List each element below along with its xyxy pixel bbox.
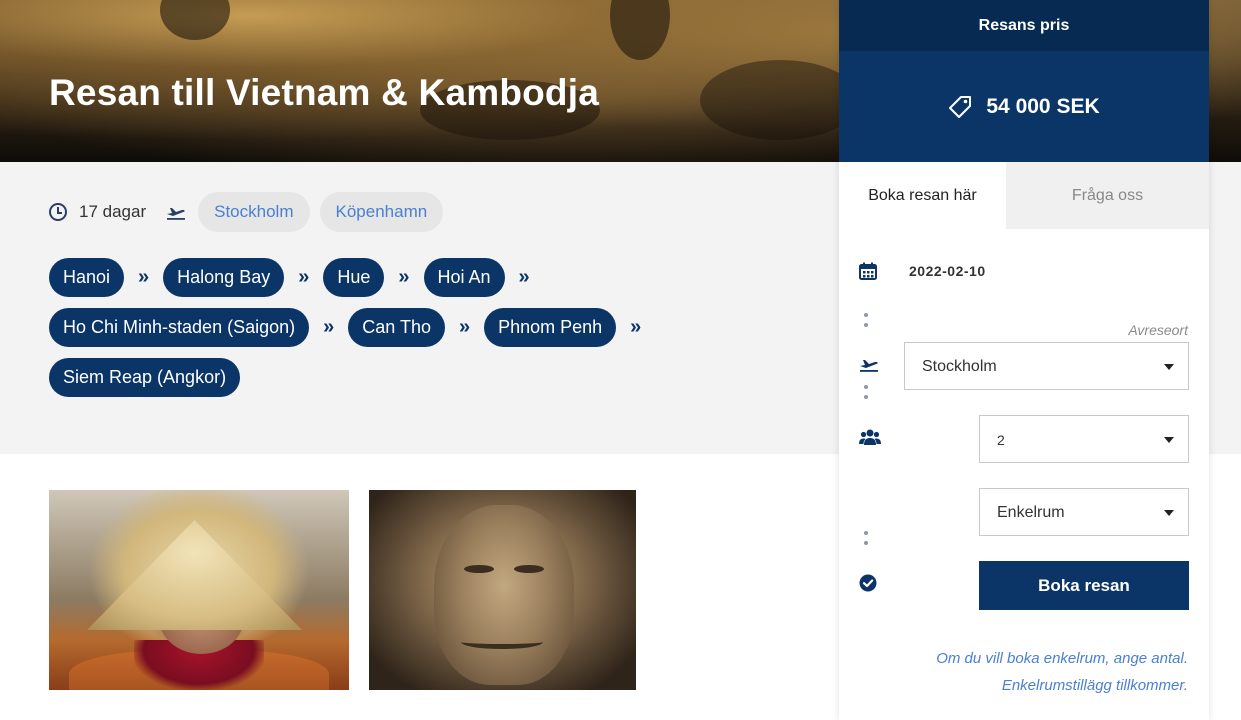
photo-detail — [464, 565, 494, 573]
route-arrow-icon: » — [323, 316, 335, 338]
single-room-surcharge-note: Enkelrumstillägg tillkommer. — [1001, 677, 1188, 694]
check-circle-icon — [859, 574, 877, 592]
plane-departure-icon — [860, 360, 878, 372]
departure-label: Avreseort — [1128, 322, 1188, 338]
route-arrow-icon: » — [630, 316, 642, 338]
route-arrow-icon: » — [138, 266, 150, 288]
route-line: Ho Chi Minh-staden (Saigon) » Can Tho » … — [49, 308, 769, 347]
price-header: Resans pris — [839, 0, 1209, 51]
plane-departure-icon — [167, 208, 186, 220]
room-type-select-value: Enkelrum — [997, 504, 1065, 521]
route-stop: Phnom Penh — [484, 308, 617, 347]
route-stop: Halong Bay — [163, 258, 285, 297]
price-tag-icon — [949, 95, 972, 118]
tab-boka-resan[interactable]: Boka resan här — [839, 162, 1006, 229]
photo-detail — [434, 505, 574, 685]
trip-route: Hanoi » Halong Bay » Hue » Hoi An » Ho C… — [49, 258, 769, 408]
photo-bayon-stone-face[interactable] — [369, 490, 636, 690]
trip-price: 54 000 SEK — [986, 94, 1100, 118]
departure-city-stockholm[interactable]: Stockholm — [198, 192, 310, 232]
departure-select[interactable]: Stockholm — [904, 342, 1189, 390]
route-stop: Siem Reap (Angkor) — [49, 358, 241, 397]
photo-detail — [461, 635, 543, 649]
route-stop: Ho Chi Minh-staden (Saigon) — [49, 308, 310, 347]
route-arrow-icon: » — [518, 266, 530, 288]
route-stop: Hoi An — [423, 258, 505, 297]
departure-city-kopenhamn[interactable]: Köpenhamn — [319, 192, 444, 232]
route-stop: Hue — [323, 258, 385, 297]
caret-down-icon — [1164, 510, 1174, 516]
photo-detail — [514, 565, 544, 573]
photo-woman-conical-hat[interactable] — [49, 490, 349, 690]
booking-panel: Resans pris 54 000 SEK Boka resan här Fr… — [839, 0, 1209, 720]
route-stop: Can Tho — [348, 308, 445, 347]
travelers-select[interactable]: 2 — [979, 415, 1189, 463]
caret-down-icon — [1164, 364, 1174, 370]
departure-select-value: Stockholm — [922, 358, 997, 375]
page-title: Resan till Vietnam & Kambodja — [49, 72, 599, 113]
trip-duration: 17 dagar — [79, 202, 147, 221]
tab-fraga-oss[interactable]: Fråga oss — [1006, 162, 1209, 229]
route-arrow-icon: » — [298, 266, 310, 288]
room-type-select[interactable]: Enkelrum — [979, 488, 1189, 536]
clock-icon — [49, 203, 67, 221]
route-arrow-icon: » — [398, 266, 410, 288]
single-room-note: Om du vill boka enkelrum, ange antal. — [936, 650, 1188, 667]
step-divider — [864, 313, 868, 333]
route-line: Hanoi » Halong Bay » Hue » Hoi An » — [49, 258, 769, 297]
calendar-icon — [859, 262, 877, 280]
travelers-select-value: 2 — [997, 432, 1005, 448]
price-box: 54 000 SEK — [839, 51, 1209, 162]
step-divider — [864, 531, 868, 551]
users-icon — [859, 429, 881, 445]
photo-detail — [87, 520, 302, 630]
booking-tabs: Boka resan här Fråga oss — [839, 162, 1209, 229]
page: Resan till Vietnam & Kambodja 17 dagar S… — [0, 0, 1241, 720]
route-stop: Hanoi — [49, 258, 125, 297]
step-divider — [864, 385, 868, 405]
selected-date[interactable]: 2022-02-10 — [909, 263, 986, 279]
trip-meta-row: 17 dagar Stockholm Köpenhamn — [49, 192, 453, 232]
book-trip-button[interactable]: Boka resan — [979, 561, 1189, 610]
caret-down-icon — [1164, 437, 1174, 443]
route-arrow-icon: » — [458, 316, 471, 338]
route-line: Siem Reap (Angkor) — [49, 358, 769, 397]
